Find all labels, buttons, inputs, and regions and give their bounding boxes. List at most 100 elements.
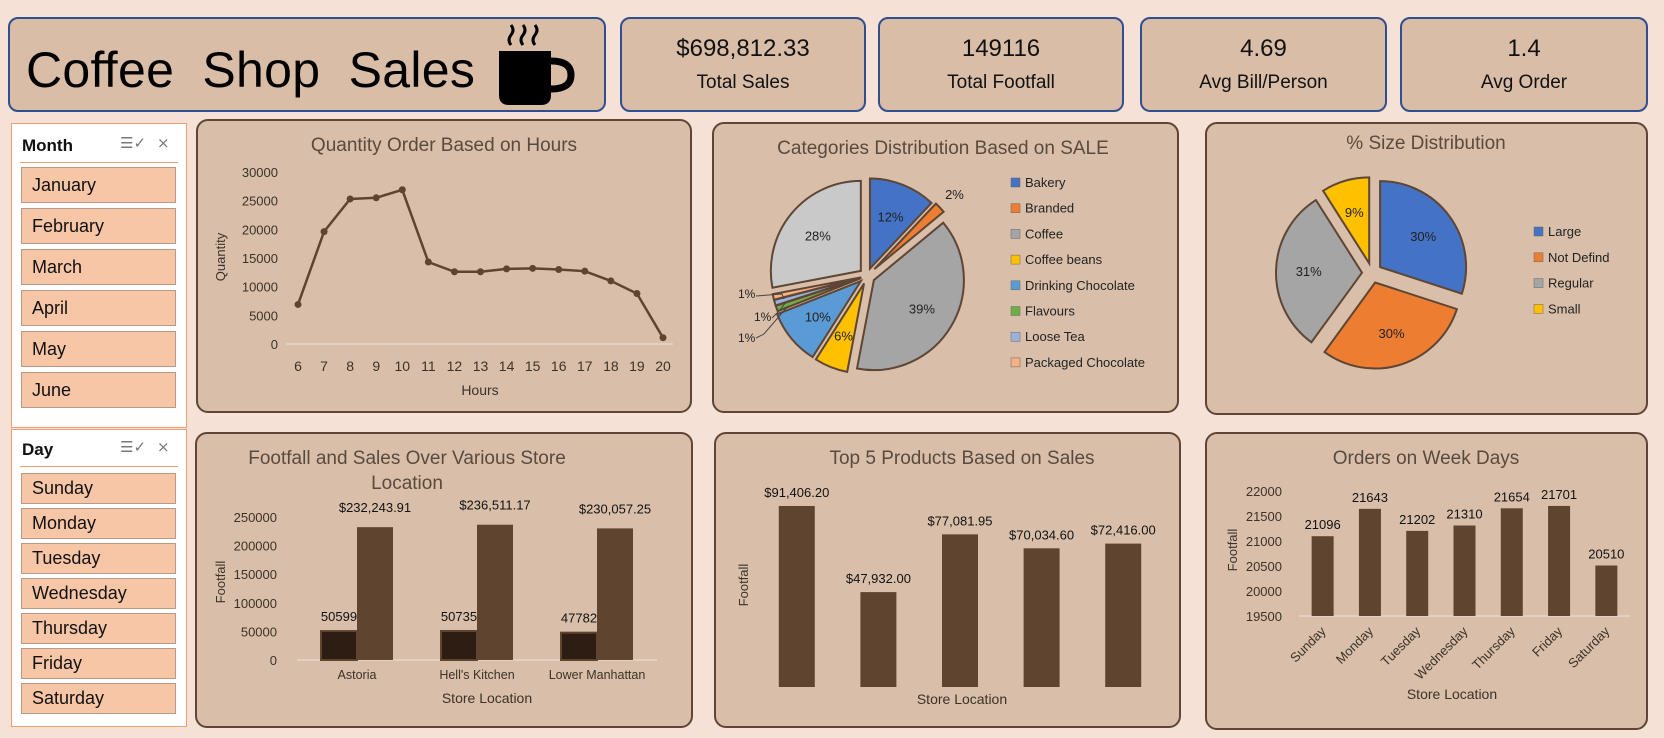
kpi-label: Total Footfall xyxy=(947,72,1055,93)
data-point xyxy=(477,268,484,276)
y-tick-label: 15000 xyxy=(242,251,278,266)
chart-title: Top 5 Products Based on Sales xyxy=(829,448,1094,469)
data-label: 21310 xyxy=(1446,507,1482,522)
data-point xyxy=(398,186,406,194)
dashboard-title: Coffee Shop Sales xyxy=(26,42,476,98)
x-tick-label: 11 xyxy=(421,358,436,374)
x-tick-label: Sunday xyxy=(1287,623,1329,665)
slicer-month-may[interactable]: May xyxy=(21,331,176,367)
legend-label: Not Defind xyxy=(1548,250,1609,265)
weekday-bar xyxy=(1406,530,1429,616)
slicer-month-january[interactable]: January xyxy=(21,167,176,203)
x-tick-label: Hell's Kitchen xyxy=(439,668,514,682)
data-point xyxy=(503,265,511,273)
data-point xyxy=(424,258,432,266)
y-tick-label: 100000 xyxy=(234,596,277,611)
data-label: 1% xyxy=(738,287,756,301)
x-tick-label: 15 xyxy=(525,358,541,374)
slicer-day-tuesday[interactable]: Tuesday xyxy=(21,543,176,574)
day-slicer: Day ☰✓ ⨯ Sunday Monday Tuesday Wednesday Thu… xyxy=(11,429,187,727)
x-tick-label: 18 xyxy=(603,358,619,374)
y-tick-label: 10000 xyxy=(242,280,278,295)
y-tick-label: 250000 xyxy=(234,510,277,525)
legend-swatch xyxy=(1010,306,1021,316)
data-label: $77,081.95 xyxy=(927,513,992,528)
x-tick-label: 8 xyxy=(346,358,354,374)
x-tick-label: Saturday xyxy=(1565,623,1613,671)
legend-swatch xyxy=(1010,254,1021,265)
x-tick-label: Thursday xyxy=(1469,623,1518,672)
legend-label: Loose Tea xyxy=(1025,329,1086,344)
legend-swatch xyxy=(1010,280,1021,291)
legend-label: Small xyxy=(1548,301,1581,316)
clear-filter-icon[interactable]: ⨯ xyxy=(157,438,170,456)
data-label: 6% xyxy=(834,328,853,343)
data-point xyxy=(633,290,641,298)
y-tick-label: 0 xyxy=(271,337,278,352)
data-label: 21096 xyxy=(1305,517,1341,532)
category-pie-chart: Categories Distribution Based on SALE 12%… xyxy=(738,138,1145,374)
x-tick-label: Friday xyxy=(1529,623,1565,659)
y-tick-label: 20500 xyxy=(1246,559,1282,574)
weekday-bar xyxy=(1548,505,1571,616)
x-tick-label: 16 xyxy=(551,358,567,374)
legend-label: Packaged Chocolate xyxy=(1025,355,1145,370)
data-label: 20510 xyxy=(1588,547,1624,562)
slicer-day-monday[interactable]: Monday xyxy=(21,508,176,539)
divider xyxy=(20,162,178,163)
size-distribution-panel: % Size Distribution 30% 30% 31% 9% Large Not D… xyxy=(1205,122,1648,415)
data-label: 50599 xyxy=(321,609,357,624)
data-label: 28% xyxy=(805,228,831,243)
weekday-orders-chart: Orders on Week Days 19500 20000 20500 21000 2… xyxy=(1225,448,1630,702)
quantity-series-line xyxy=(296,188,665,339)
legend-label: Branded xyxy=(1025,201,1074,216)
legend-swatch xyxy=(1010,357,1021,368)
kpi-total-footfall: 149116 Total Footfall xyxy=(878,17,1124,112)
top-products-chart: Top 5 Products Based on Sales $91,406.20 $… xyxy=(736,448,1156,707)
day-slicer-title: Day xyxy=(22,440,54,459)
kpi-label: Avg Order xyxy=(1480,72,1568,93)
x-axis-label: Store Location xyxy=(1407,686,1497,702)
data-label: 1% xyxy=(738,331,756,345)
y-tick-label: 5000 xyxy=(249,308,278,323)
multi-select-icon[interactable]: ☰✓ xyxy=(120,438,146,456)
multi-select-icon[interactable]: ☰✓ xyxy=(120,134,146,152)
slicer-day-thursday[interactable]: Thursday xyxy=(21,613,176,644)
data-label: 21701 xyxy=(1541,487,1577,502)
weekday-bar xyxy=(1453,525,1476,616)
divider xyxy=(20,466,178,467)
slicer-day-sunday[interactable]: Sunday xyxy=(21,473,176,504)
data-label: 10% xyxy=(805,310,831,325)
y-tick-label: 50000 xyxy=(241,624,277,639)
category-distribution-panel: Categories Distribution Based on SALE 12%… xyxy=(712,122,1179,413)
slicer-month-february[interactable]: February xyxy=(21,208,176,244)
clear-filter-icon[interactable]: ⨯ xyxy=(157,134,170,152)
chart-title: Footfall and Sales Over Various Store xyxy=(248,448,566,469)
chart-title: % Size Distribution xyxy=(1346,133,1505,154)
slicer-month-june[interactable]: June xyxy=(21,372,176,408)
hourly-quantity-chart: Quantity Order Based on Hours 0 5000 10000 1… xyxy=(213,135,673,398)
slicer-day-friday[interactable]: Friday xyxy=(21,648,176,679)
x-axis-label: Hours xyxy=(461,382,498,398)
product-bar xyxy=(1023,548,1060,687)
slicer-month-april[interactable]: April xyxy=(21,290,176,326)
data-label: 30% xyxy=(1410,229,1436,244)
y-tick-label: 19500 xyxy=(1246,609,1282,624)
x-axis-label: Store Location xyxy=(442,690,532,706)
top-products-panel: Top 5 Products Based on Sales $91,406.20 $… xyxy=(714,432,1181,728)
x-tick-label: 20 xyxy=(655,358,671,374)
x-tick-label: 12 xyxy=(447,358,463,374)
x-tick-label: Lower Manhattan xyxy=(549,668,646,682)
slicer-day-wednesday[interactable]: Wednesday xyxy=(21,578,176,609)
kpi-value: $698,812.33 xyxy=(676,35,810,62)
data-label: 12% xyxy=(877,210,903,225)
slicer-month-march[interactable]: March xyxy=(21,249,176,285)
legend-swatch xyxy=(1010,229,1021,239)
x-axis-label: Store Location xyxy=(917,691,1007,707)
kpi-value: 1.4 xyxy=(1507,35,1541,62)
y-tick-label: 20000 xyxy=(1246,584,1282,599)
data-point xyxy=(320,228,328,236)
weekday-bar xyxy=(1311,536,1334,616)
data-label: 1% xyxy=(754,310,772,324)
slicer-day-saturday[interactable]: Saturday xyxy=(21,683,176,714)
